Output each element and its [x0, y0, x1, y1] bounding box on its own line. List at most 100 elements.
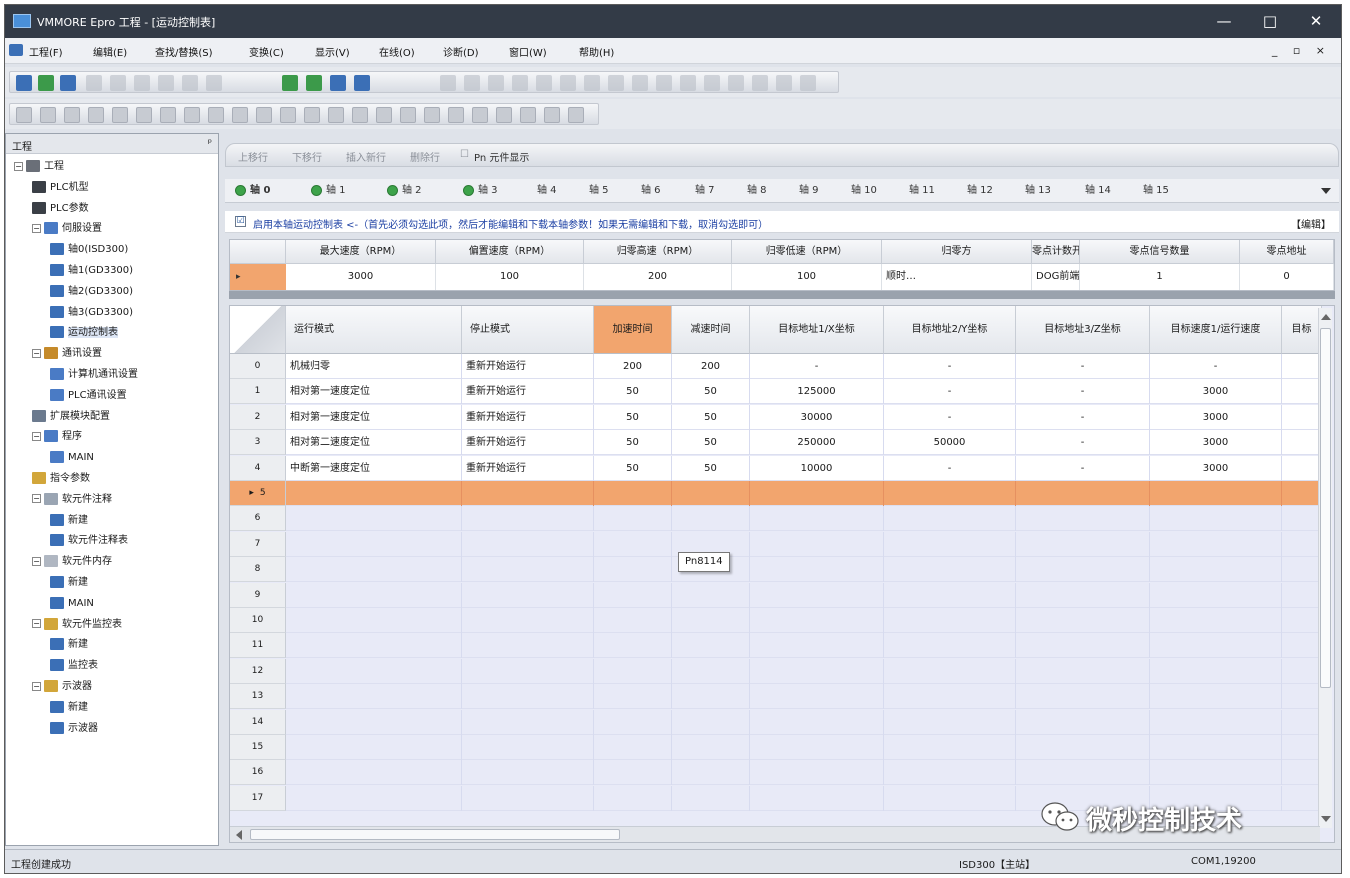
- axis-tab[interactable]: 轴 9: [799, 183, 819, 201]
- monitor-icon[interactable]: [330, 75, 346, 91]
- table-cell[interactable]: [462, 709, 594, 735]
- table-cell[interactable]: [672, 506, 750, 532]
- menu-help[interactable]: 帮助(H): [579, 44, 614, 59]
- menu-project[interactable]: 工程(F): [29, 44, 63, 59]
- table-cell[interactable]: [750, 506, 884, 532]
- tool-g-icon[interactable]: [584, 75, 600, 91]
- tree-node[interactable]: 新建: [50, 636, 88, 654]
- menu-convert[interactable]: 变换(C): [249, 44, 284, 59]
- scroll-left-icon[interactable]: [236, 830, 242, 840]
- row-header[interactable]: 3: [230, 430, 286, 456]
- table-cell[interactable]: [462, 658, 594, 684]
- table-cell[interactable]: [1150, 582, 1282, 608]
- table-cell[interactable]: [1016, 557, 1150, 583]
- axis-tab[interactable]: 轴 12: [967, 183, 993, 201]
- minimize-button[interactable]: —: [1201, 8, 1247, 34]
- tree-node[interactable]: MAIN: [50, 595, 94, 613]
- table-cell[interactable]: -: [1016, 379, 1150, 405]
- table-cell[interactable]: [1150, 658, 1282, 684]
- tree-expander-icon[interactable]: −: [32, 556, 41, 566]
- table-cell[interactable]: [884, 506, 1016, 532]
- table-cell[interactable]: [1282, 735, 1322, 760]
- table-cell[interactable]: [1282, 430, 1322, 456]
- ladder-contact-icon[interactable]: [160, 107, 176, 123]
- ladder-coil-icon[interactable]: [424, 107, 440, 123]
- table-cell[interactable]: [594, 608, 672, 633]
- table-cell[interactable]: [594, 531, 672, 557]
- ladder-contact-icon[interactable]: [184, 107, 200, 123]
- table-cell[interactable]: [884, 557, 1016, 583]
- ladder-contact-icon[interactable]: [64, 107, 80, 123]
- redo-icon[interactable]: [206, 75, 222, 91]
- axis-tab[interactable]: 轴 6: [641, 183, 661, 201]
- axis-dropdown-icon[interactable]: [1321, 188, 1331, 194]
- table-cell[interactable]: [286, 582, 462, 608]
- param-table-scrollbar[interactable]: [229, 291, 1335, 299]
- table-cell[interactable]: 50000: [884, 430, 1016, 456]
- tree-node[interactable]: 轴1(GD3300): [50, 262, 133, 280]
- table-cell[interactable]: 30000: [750, 404, 884, 430]
- cut-icon[interactable]: [110, 75, 126, 91]
- insert-row-button[interactable]: 插入新行: [346, 149, 386, 164]
- tool-f-icon[interactable]: [560, 75, 576, 91]
- table-cell[interactable]: [884, 658, 1016, 684]
- table-cell[interactable]: [884, 760, 1016, 786]
- tree-node[interactable]: − 软元件内存: [32, 553, 112, 571]
- table-cell[interactable]: [1150, 557, 1282, 583]
- menu-diagnose[interactable]: 诊断(D): [443, 44, 479, 59]
- motion-column-header[interactable]: 目标地址1/X坐标: [750, 306, 884, 354]
- table-cell[interactable]: 重新开始运行: [462, 354, 594, 379]
- ladder-contact-icon[interactable]: [16, 107, 32, 123]
- table-cell[interactable]: 50: [594, 404, 672, 430]
- table-cell[interactable]: [884, 709, 1016, 735]
- table-row[interactable]: [286, 684, 1322, 710]
- table-cell[interactable]: [462, 506, 594, 532]
- edit-link[interactable]: 【编辑】: [1291, 216, 1331, 231]
- table-row[interactable]: [286, 709, 1322, 735]
- table-cell[interactable]: [1282, 481, 1322, 506]
- row-header[interactable]: 9: [230, 582, 286, 608]
- maximize-button[interactable]: □: [1247, 8, 1293, 34]
- menu-view[interactable]: 显示(V): [315, 44, 350, 59]
- table-cell[interactable]: 相对第二速度定位: [286, 430, 462, 456]
- axis-tab[interactable]: 轴 13: [1025, 183, 1051, 201]
- table-cell[interactable]: 机械归零: [286, 354, 462, 379]
- table-cell[interactable]: [462, 785, 594, 811]
- table-cell[interactable]: 3000: [1150, 404, 1282, 430]
- table-cell[interactable]: [594, 684, 672, 710]
- motion-column-header[interactable]: 目标地址3/Z坐标: [1016, 306, 1150, 354]
- table-cell[interactable]: [1282, 785, 1322, 811]
- table-cell[interactable]: [672, 684, 750, 710]
- table-cell[interactable]: [672, 481, 750, 506]
- tree-node[interactable]: 软元件注释表: [50, 532, 128, 550]
- ladder-coil-icon[interactable]: [496, 107, 512, 123]
- move-row-up-button[interactable]: 上移行: [238, 149, 268, 164]
- table-cell[interactable]: [1282, 608, 1322, 633]
- table-cell[interactable]: [1150, 684, 1282, 710]
- table-cell[interactable]: [1016, 582, 1150, 608]
- undo-icon[interactable]: [182, 75, 198, 91]
- param-column-header[interactable]: 零点信号数量: [1080, 240, 1240, 264]
- row-header[interactable]: 2: [230, 404, 286, 430]
- table-cell[interactable]: 50: [672, 404, 750, 430]
- table-cell[interactable]: 重新开始运行: [462, 430, 594, 456]
- tool-n-icon[interactable]: [752, 75, 768, 91]
- table-cell[interactable]: [594, 582, 672, 608]
- run-icon[interactable]: [354, 75, 370, 91]
- mdi-controls[interactable]: _ ▫ ×: [1272, 44, 1331, 57]
- param-column-header[interactable]: 归零低速（RPM）: [732, 240, 882, 264]
- table-cell[interactable]: [672, 608, 750, 633]
- table-cell[interactable]: 10000: [750, 455, 884, 481]
- tree-node[interactable]: 新建: [50, 574, 88, 592]
- param-cell[interactable]: DOG前端: [1032, 264, 1080, 290]
- pin-icon[interactable]: ᵖ: [208, 138, 212, 149]
- pn-display-checkbox[interactable]: ☐: [460, 149, 469, 160]
- table-cell[interactable]: [672, 760, 750, 786]
- table-cell[interactable]: [750, 608, 884, 633]
- table-cell[interactable]: 250000: [750, 430, 884, 456]
- table-cell[interactable]: [1282, 658, 1322, 684]
- tree-node[interactable]: 扩展模块配置: [32, 408, 110, 426]
- param-cell[interactable]: 3000: [286, 264, 436, 290]
- table-cell[interactable]: [1282, 379, 1322, 405]
- table-cell[interactable]: [1282, 354, 1322, 379]
